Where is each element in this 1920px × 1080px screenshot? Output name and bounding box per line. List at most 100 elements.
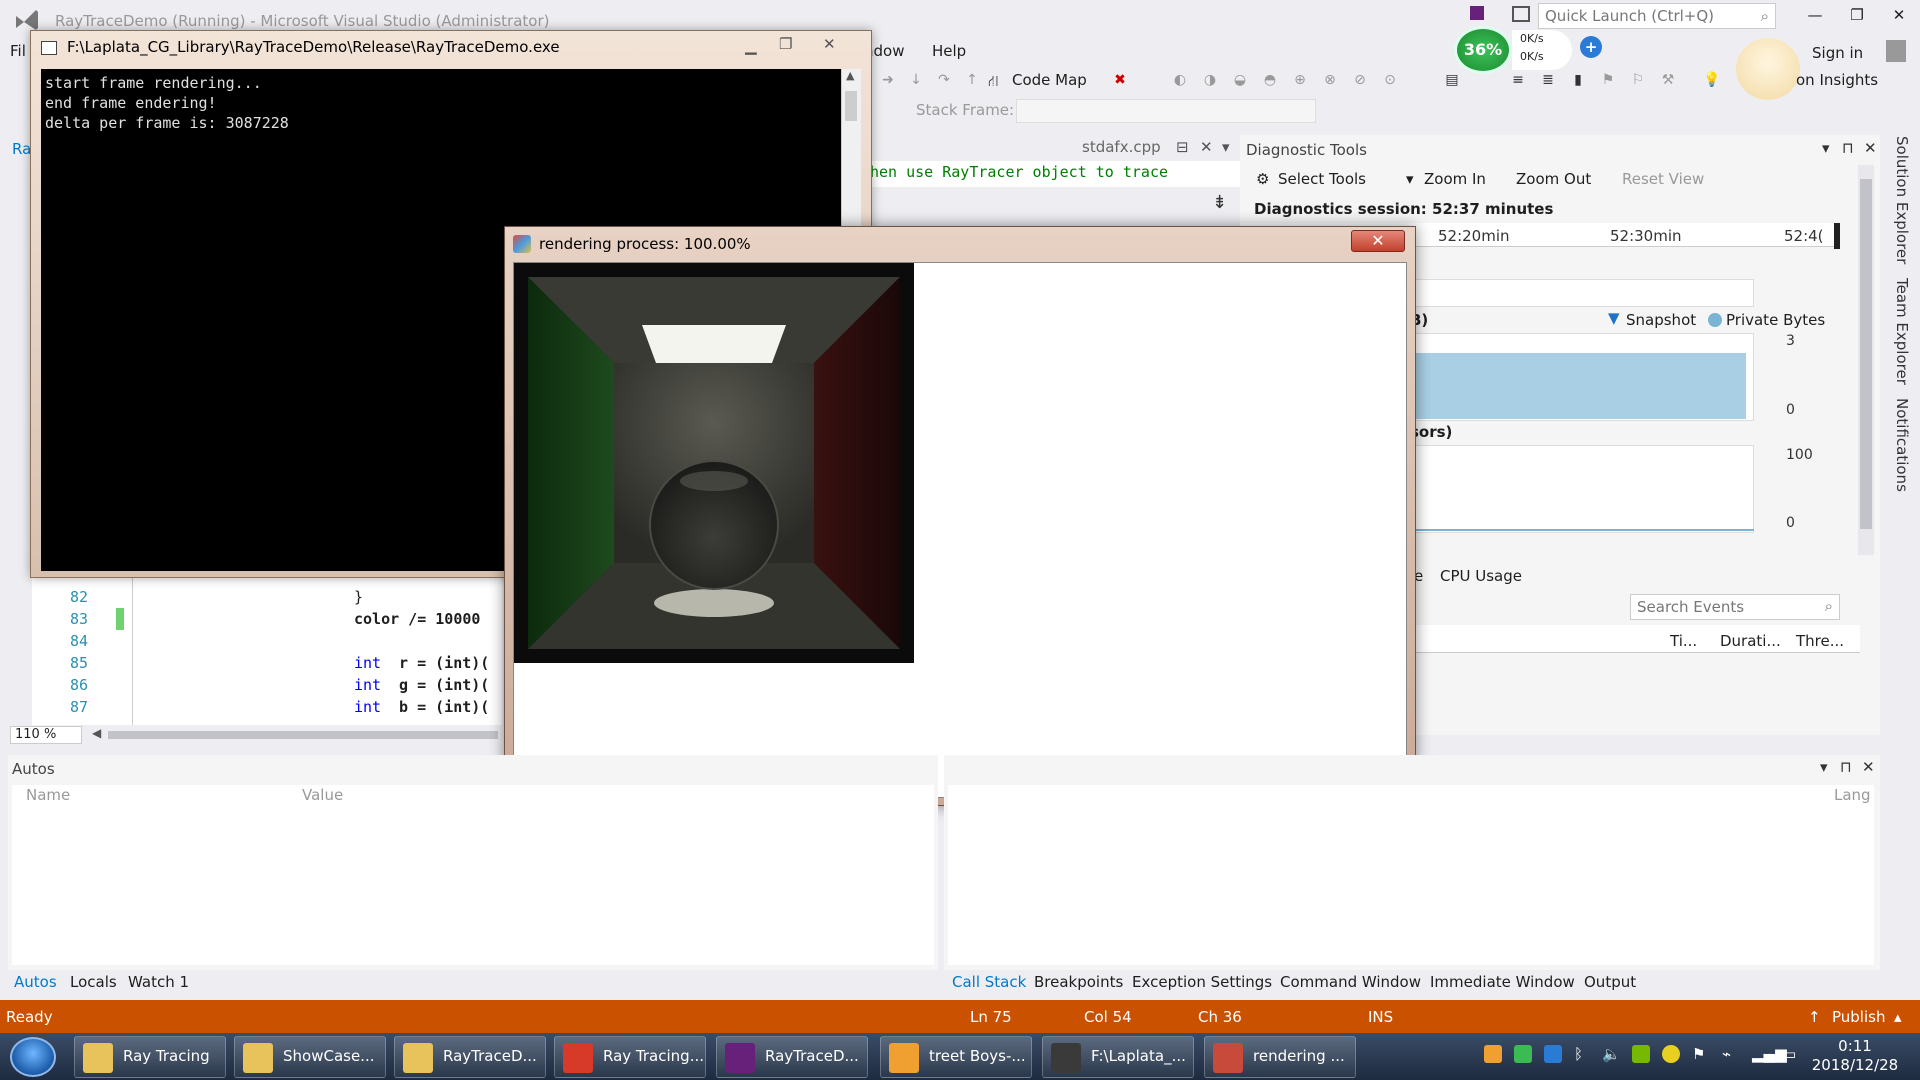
console-minimize-button[interactable]: ▁ <box>745 37 757 55</box>
toolbar-icon[interactable]: ◑ <box>1200 72 1220 92</box>
shield-icon[interactable] <box>1514 1045 1532 1063</box>
search-events-input[interactable]: Search Events ⌕ <box>1630 594 1840 620</box>
taskbar-item[interactable]: rendering ... <box>1204 1036 1356 1078</box>
zoom-in-button[interactable]: Zoom In <box>1424 170 1486 188</box>
toolbar-icon[interactable]: ⊘ <box>1350 72 1370 92</box>
toolbar-icon[interactable]: ⚒ <box>1658 72 1678 92</box>
minimize-button[interactable]: — <box>1800 6 1830 30</box>
call-stack-grid[interactable] <box>948 785 1874 965</box>
scroll-left-icon[interactable]: ◀ <box>92 726 101 740</box>
taskbar-item[interactable]: RayTraceD... <box>716 1036 868 1078</box>
publish-chevron-icon[interactable]: ▴ <box>1894 1008 1902 1026</box>
chevron-down-icon[interactable]: ▾ <box>1820 758 1828 776</box>
side-tab-team-explorer[interactable]: Team Explorer <box>1893 278 1911 385</box>
toolbar-icon[interactable]: ⊗ <box>1320 72 1340 92</box>
toolbar-icon[interactable]: ⚐ <box>1628 72 1648 92</box>
nvidia-icon[interactable] <box>1632 1045 1650 1063</box>
diag-scrollbar-thumb[interactable] <box>1860 179 1872 529</box>
tab-stdafx[interactable]: stdafx.cpp <box>1082 138 1161 156</box>
bookmark-icon[interactable]: ▮ <box>1568 72 1588 92</box>
pin-icon[interactable]: ⊟ <box>1176 138 1189 156</box>
zoom-level-dropdown[interactable]: 110 % <box>10 726 82 744</box>
horizontal-scrollbar-thumb[interactable] <box>108 731 498 739</box>
toolbar-icon[interactable]: ⊕ <box>1290 72 1310 92</box>
insights-button[interactable]: on Insights <box>1796 71 1878 89</box>
chevron-down-icon[interactable]: ▾ <box>1822 139 1830 157</box>
column-duration[interactable]: Durati... <box>1720 632 1781 650</box>
split-icon[interactable]: ⇟ <box>1212 192 1227 213</box>
taskbar-item[interactable]: Ray Tracing <box>74 1036 226 1078</box>
tab-watch-1[interactable]: Watch 1 <box>128 973 189 991</box>
bluetooth-icon[interactable]: ᛒ <box>1574 1045 1583 1063</box>
quick-launch-input[interactable]: Quick Launch (Ctrl+Q) ⌕ <box>1538 3 1776 29</box>
tab-cpu-usage[interactable]: CPU Usage <box>1440 567 1522 585</box>
taskbar-item[interactable]: F:\Laplata_... <box>1042 1036 1194 1078</box>
taskbar-item[interactable]: treet Boys-... <box>880 1036 1032 1078</box>
autos-column-name[interactable]: Name <box>26 786 70 804</box>
exception-icon[interactable]: ✖ <box>1110 72 1130 92</box>
toolbar-icon[interactable]: ⊙ <box>1380 72 1400 92</box>
code-map-button[interactable]: Code Map <box>1012 71 1087 89</box>
tab-breakpoints[interactable]: Breakpoints <box>1034 973 1123 991</box>
pin-icon[interactable]: ⊓ <box>1840 758 1852 776</box>
taskbar-item[interactable]: Ray Tracing... <box>554 1036 706 1078</box>
side-tab-notifications[interactable]: Notifications <box>1893 398 1911 492</box>
console-scrollbar-thumb[interactable] <box>845 91 857 121</box>
tab-output[interactable]: Output <box>1584 973 1636 991</box>
feedback-icon[interactable] <box>1512 6 1530 22</box>
system-clock[interactable]: 0:11 2018/12/28 <box>1800 1037 1910 1075</box>
console-close-button[interactable]: ✕ <box>823 35 836 53</box>
close-icon[interactable]: ✕ <box>1862 758 1875 776</box>
zoom-out-button[interactable]: Zoom Out <box>1516 170 1591 188</box>
tab-exception-settings[interactable]: Exception Settings <box>1132 973 1272 991</box>
rendering-window[interactable]: rendering process: 100.00% ✕ <box>504 226 1416 806</box>
toolbar-icon[interactable]: ≣ <box>1538 72 1558 92</box>
network-icon[interactable]: ⌁ <box>1722 1045 1731 1063</box>
tab-locals[interactable]: Locals <box>70 973 117 991</box>
start-button[interactable] <box>10 1037 56 1077</box>
pin-icon[interactable]: ⊓ <box>1842 139 1854 157</box>
menu-file[interactable]: Fil <box>10 42 26 60</box>
publish-button[interactable]: Publish <box>1832 1008 1885 1026</box>
close-tab-icon[interactable]: ✕ <box>1200 138 1213 156</box>
toolbar-icon[interactable]: ▤ <box>1442 72 1462 92</box>
column-time[interactable]: Ti... <box>1670 632 1697 650</box>
toolbar-icon[interactable]: ⚑ <box>1598 72 1618 92</box>
flag-icon[interactable]: ⚑ <box>1692 1045 1705 1063</box>
lightbulb-icon[interactable]: 💡 <box>1702 72 1722 92</box>
chevron-down-icon[interactable]: ▾ <box>1222 138 1230 156</box>
reset-view-button[interactable]: Reset View <box>1622 170 1704 188</box>
stack-frame-dropdown[interactable] <box>1016 99 1316 123</box>
autos-column-value[interactable]: Value <box>302 786 343 804</box>
select-tools-button[interactable]: Select Tools <box>1278 170 1366 188</box>
restore-button[interactable]: ❐ <box>1842 6 1872 30</box>
volume-icon[interactable]: 🔈 <box>1602 1045 1621 1063</box>
tab-autos[interactable]: Autos <box>14 973 57 991</box>
toolbar-icon[interactable]: ◐ <box>1170 72 1190 92</box>
timeline-cursor[interactable] <box>1834 223 1840 249</box>
console-maximize-button[interactable]: ❐ <box>779 35 792 53</box>
select-tools-chevron-icon[interactable]: ▾ <box>1406 170 1414 188</box>
forward-icon[interactable]: ➜ <box>878 72 898 92</box>
toolbar-icon[interactable]: ≡ <box>1508 72 1528 92</box>
toolbar-icon[interactable]: ◓ <box>1260 72 1280 92</box>
taskbar-item[interactable]: RayTraceD... <box>394 1036 546 1078</box>
notification-flag-icon[interactable] <box>1470 6 1484 20</box>
step-out-icon[interactable]: ↑ <box>962 72 982 92</box>
autos-grid[interactable] <box>12 785 934 965</box>
rendering-close-button[interactable]: ✕ <box>1351 230 1405 252</box>
close-icon[interactable]: ✕ <box>1864 139 1877 157</box>
tray-icon[interactable] <box>1544 1045 1562 1063</box>
call-stack-column-lang[interactable]: Lang <box>1834 786 1871 804</box>
scroll-up-icon[interactable]: ▲ <box>846 69 854 82</box>
tray-icon[interactable] <box>1484 1045 1502 1063</box>
side-tab-solution-explorer[interactable]: Solution Explorer <box>1893 136 1911 264</box>
toolbar-icon[interactable]: ◒ <box>1230 72 1250 92</box>
left-tab-partial[interactable]: Ra <box>12 140 31 158</box>
menu-help[interactable]: Help <box>932 42 966 60</box>
column-thread[interactable]: Thre... <box>1796 632 1844 650</box>
tab-immediate-window[interactable]: Immediate Window <box>1430 973 1575 991</box>
tab-command-window[interactable]: Command Window <box>1280 973 1421 991</box>
tab-call-stack[interactable]: Call Stack <box>952 973 1026 991</box>
tray-icon[interactable] <box>1662 1045 1680 1063</box>
